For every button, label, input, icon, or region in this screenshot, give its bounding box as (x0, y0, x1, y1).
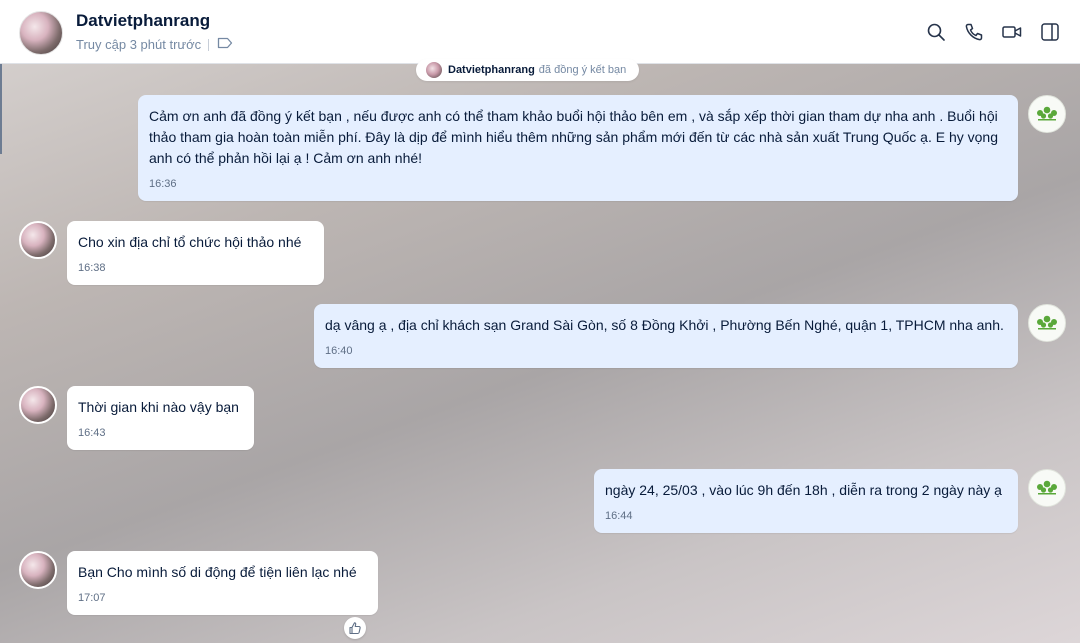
message-text: ngày 24, 25/03 , vào lúc 9h đến 18h , di… (605, 482, 1002, 498)
chat-header: Datvietphanrang Truy cập 3 phút trước (0, 0, 1080, 64)
message-time: 16:38 (78, 262, 106, 274)
message-bubble-incoming[interactable]: Bạn Cho mình số di động để tiện liên lạc… (67, 551, 378, 615)
notice-name: Datvietphanrang (448, 64, 535, 76)
message-bubble-outgoing[interactable]: ngày 24, 25/03 , vào lúc 9h đến 18h , di… (594, 469, 1018, 533)
like-reaction-button[interactable] (344, 617, 366, 639)
message-time: 16:43 (78, 427, 106, 439)
my-avatar[interactable] (1028, 469, 1066, 507)
message-text: dạ vâng ạ , địa chỉ khách sạn Grand Sài … (325, 317, 1004, 333)
contact-avatar-small[interactable] (19, 551, 57, 589)
message-bubble-outgoing[interactable]: Cảm ơn anh đã đồng ý kết bạn , nếu được … (138, 95, 1018, 201)
window-edge (0, 64, 2, 154)
last-seen-text: Truy cập 3 phút trước (76, 37, 202, 52)
contact-status: Truy cập 3 phút trước (76, 37, 233, 52)
message-text: Bạn Cho mình số di động để tiện liên lạc… (78, 564, 357, 580)
contact-avatar-small[interactable] (19, 386, 57, 424)
message-time: 16:40 (325, 345, 353, 357)
message-bubble-incoming[interactable]: Cho xin địa chỉ tổ chức hội thảo nhé 16:… (67, 221, 324, 285)
phone-icon[interactable] (962, 20, 986, 44)
friend-accepted-notice: Datvietphanrang đã đồng ý kết bạn (416, 59, 640, 81)
message-text: Thời gian khi nào vậy bạn (78, 399, 239, 415)
message-time: 16:36 (149, 178, 177, 190)
thumbs-up-icon (349, 622, 361, 635)
notice-avatar (426, 62, 442, 78)
contact-avatar-small[interactable] (19, 221, 57, 259)
contact-name[interactable]: Datvietphanrang (76, 11, 210, 31)
my-avatar[interactable] (1028, 95, 1066, 133)
sidebar-toggle-icon[interactable] (1038, 20, 1062, 44)
message-bubble-outgoing[interactable]: dạ vâng ạ , địa chỉ khách sạn Grand Sài … (314, 304, 1018, 368)
header-actions (924, 20, 1062, 44)
search-icon[interactable] (924, 20, 948, 44)
message-time: 16:44 (605, 510, 633, 522)
message-time: 17:07 (78, 592, 106, 604)
video-call-icon[interactable] (1000, 20, 1024, 44)
message-text: Cho xin địa chỉ tổ chức hội thảo nhé (78, 234, 302, 250)
my-avatar[interactable] (1028, 304, 1066, 342)
message-text: Cảm ơn anh đã đồng ý kết bạn , nếu được … (149, 108, 998, 166)
contact-avatar[interactable] (19, 11, 63, 55)
message-bubble-incoming[interactable]: Thời gian khi nào vậy bạn 16:43 (67, 386, 254, 450)
status-divider (208, 38, 210, 51)
notice-text: đã đồng ý kết bạn (538, 64, 627, 76)
label-tag-icon[interactable] (217, 37, 233, 52)
